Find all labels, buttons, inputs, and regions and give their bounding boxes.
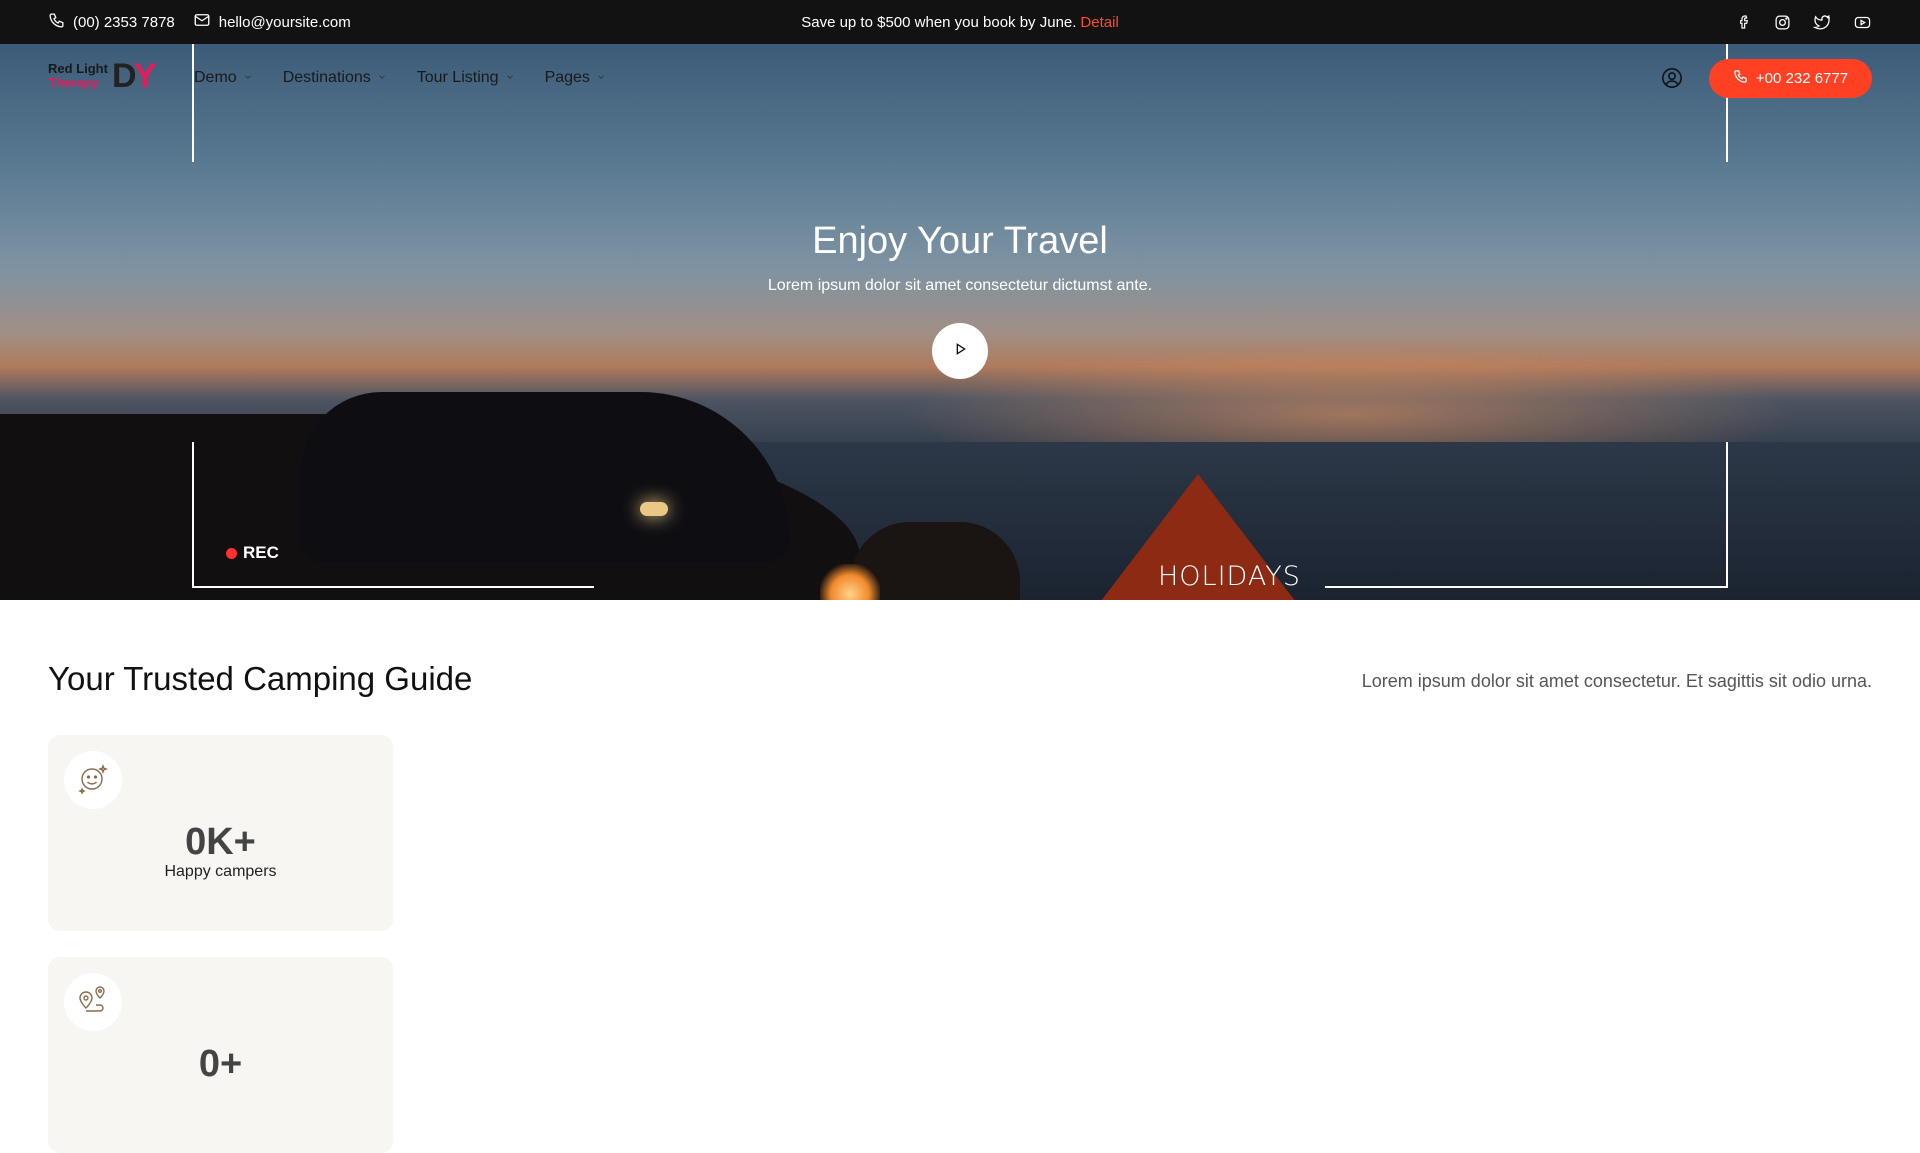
hero-subtitle: Lorem ipsum dolor sit amet consectetur d…	[767, 277, 1153, 294]
twitter-icon[interactable]	[1813, 14, 1831, 31]
call-button-label: +00 232 6777	[1755, 70, 1849, 87]
smile-icon	[77, 762, 109, 799]
nav-item-label: Destinations	[282, 69, 371, 86]
nav-item-label: Demo	[194, 69, 237, 86]
stat-value: 0K+	[185, 821, 256, 863]
car-silhouette	[300, 392, 790, 562]
section-description: Lorem ipsum dolor sit amet consectetur. …	[1361, 671, 1872, 691]
campfire	[820, 564, 880, 600]
stat-icon-badge	[64, 751, 122, 809]
promo-banner: Save up to $500 when you book by June. D…	[0, 0, 1920, 44]
user-account-icon[interactable]	[1660, 66, 1684, 90]
location-route-icon	[77, 984, 109, 1021]
frame-line-bottom-right-horizontal	[1325, 586, 1728, 588]
hero-background	[0, 44, 1920, 600]
logo-mark-y: Y	[133, 57, 157, 95]
section-title: Your Trusted Camping Guide	[48, 660, 473, 697]
play-icon	[952, 341, 968, 362]
stat-label: Happy campers	[164, 863, 277, 880]
call-button[interactable]: +00 232 6777	[1709, 59, 1872, 98]
rec-dot-icon	[226, 547, 237, 559]
nav-item-demo[interactable]: Demo	[194, 69, 253, 87]
site-logo[interactable]: Red Light Therapy DY	[48, 58, 172, 98]
chevron-down-icon	[377, 69, 387, 87]
nav-item-destinations[interactable]: Destinations	[283, 69, 387, 87]
chevron-down-icon	[596, 69, 606, 87]
holidays-tag: HOLIDAYS	[1158, 561, 1301, 592]
nav-item-label: Pages	[544, 69, 590, 86]
youtube-icon[interactable]	[1853, 14, 1872, 31]
nav-item-label: Tour Listing	[416, 69, 499, 86]
chevron-down-icon	[243, 69, 253, 87]
promo-detail-link[interactable]: Detail	[1080, 14, 1118, 31]
logo-line-1: Red Light	[48, 61, 108, 76]
social-links	[1736, 0, 1872, 44]
logo-mark-d: D	[112, 57, 137, 95]
frame-line-bottom-right-vertical	[1726, 442, 1728, 588]
nav-item-tour-listing[interactable]: Tour Listing	[417, 69, 515, 87]
frame-line-bottom-left-vertical	[192, 442, 194, 588]
stat-card: 0+	[48, 957, 393, 1153]
stat-card: 0K+ Happy campers	[48, 735, 393, 931]
nav-item-pages[interactable]: Pages	[545, 69, 606, 87]
rec-indicator: REC	[226, 543, 279, 563]
chevron-down-icon	[505, 69, 515, 87]
logo-mark: DY	[112, 57, 157, 95]
rec-label: REC	[243, 543, 279, 562]
instagram-icon[interactable]	[1774, 14, 1791, 31]
play-video-button[interactable]	[932, 323, 988, 379]
logo-line-2: Therapy	[48, 75, 99, 90]
hero-title: Enjoy Your Travel	[812, 220, 1108, 262]
facebook-icon[interactable]	[1736, 14, 1752, 30]
promo-text: Save up to $500 when you book by June.	[801, 13, 1077, 31]
top-bar: (00) 2353 7878 hello@yoursite.com Save u…	[0, 0, 1920, 44]
main-nav: Demo Destinations Tour Listing Pages	[194, 44, 606, 112]
phone-icon	[1733, 69, 1748, 88]
main-header: Red Light Therapy DY Demo Destinations T…	[0, 44, 1920, 112]
frame-line-bottom-left-horizontal	[192, 586, 594, 588]
stat-icon-badge	[64, 973, 122, 1031]
